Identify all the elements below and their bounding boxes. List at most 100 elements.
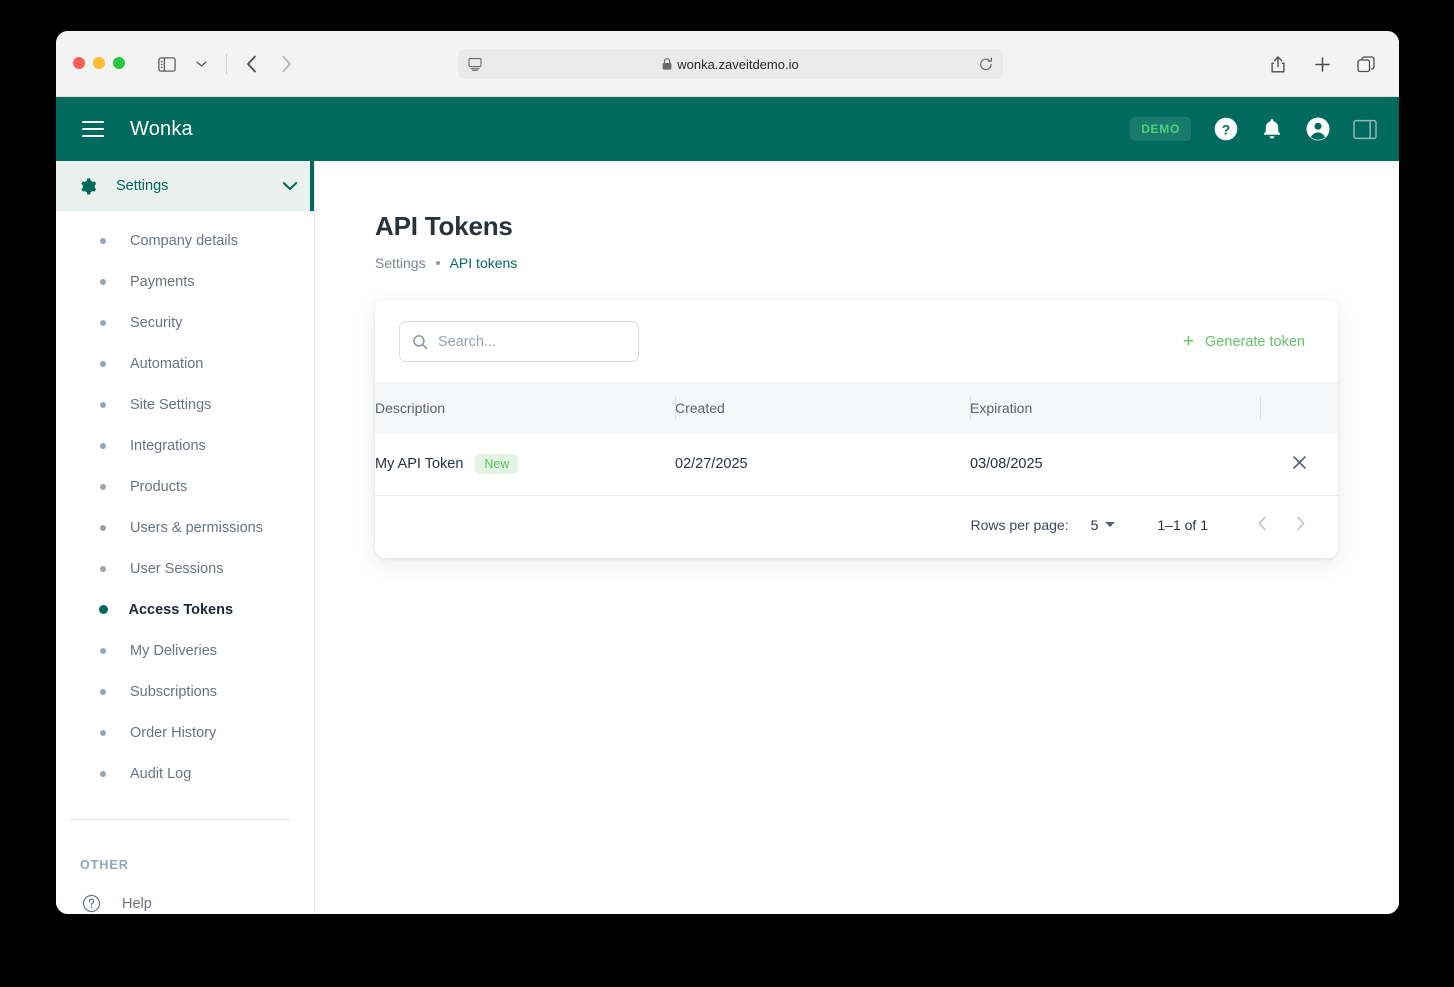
card-toolbar: + Generate token [375, 300, 1338, 382]
sidebar-item-label: Products [130, 478, 188, 495]
sidebar-item-label: Company details [130, 232, 238, 249]
sidebar-item-label: Site Settings [130, 396, 212, 413]
search-box[interactable] [399, 321, 639, 362]
table-pagination: Rows per page: 5 1–1 of 1 [375, 496, 1338, 558]
column-header-created[interactable]: Created [675, 382, 970, 433]
browser-left-controls [152, 51, 301, 77]
menu-icon[interactable] [82, 121, 104, 137]
sidebar-item-access-tokens[interactable]: Access Tokens [56, 589, 314, 630]
main-content: API Tokens Settings API tokens Search...… [315, 161, 1399, 914]
close-window-button[interactable] [73, 57, 85, 69]
sidebar-section-label: Settings [116, 178, 169, 194]
browser-window: wonka.zaveitdemo.io Wonka DEMO ? Setting… [56, 31, 1399, 914]
sidebar-active-accent-bar [310, 161, 314, 211]
cell-actions [1260, 433, 1338, 496]
sidebar-item-user-sessions[interactable]: User Sessions [56, 548, 314, 589]
column-header-description[interactable]: Description [375, 382, 675, 433]
forward-arrow-icon[interactable] [271, 51, 301, 77]
table-header: Description Created Expiration [375, 382, 1338, 433]
browser-chrome: wonka.zaveitdemo.io [56, 31, 1399, 97]
sidebar-item-products[interactable]: Products [56, 466, 314, 507]
chevron-down-icon[interactable] [282, 181, 298, 191]
sidebar-item-company-details[interactable]: Company details [56, 220, 314, 261]
previous-page-button[interactable] [1248, 511, 1276, 539]
gear-icon [78, 177, 97, 196]
sidebar-item-order-history[interactable]: Order History [56, 712, 314, 753]
bullet-icon [100, 442, 106, 449]
minimize-window-button[interactable] [93, 57, 105, 69]
sidebar-item-users-permissions[interactable]: Users & permissions [56, 507, 314, 548]
lock-icon [662, 58, 672, 70]
sidebar-item-label: Audit Log [130, 765, 192, 782]
cell-expiration: 03/08/2025 [970, 433, 1260, 496]
account-avatar-icon[interactable] [1305, 116, 1331, 142]
demo-badge: DEMO [1130, 117, 1191, 141]
generate-token-button[interactable]: + Generate token [1181, 326, 1307, 357]
bullet-icon [100, 237, 106, 244]
column-header-expiration[interactable]: Expiration [970, 382, 1260, 433]
bullet-icon [100, 647, 106, 654]
breadcrumb: Settings API tokens [375, 255, 1353, 271]
breadcrumb-current: API tokens [449, 255, 518, 271]
address-bar[interactable]: wonka.zaveitdemo.io [458, 49, 1003, 79]
reload-icon[interactable] [979, 57, 993, 72]
sidebar-item-payments[interactable]: Payments [56, 261, 314, 302]
search-input[interactable] [438, 333, 608, 350]
delete-token-button[interactable] [1284, 449, 1314, 479]
plus-icon[interactable] [1307, 51, 1337, 77]
sidebar-section-settings[interactable]: Settings [56, 161, 314, 211]
bullet-icon [100, 278, 106, 285]
share-icon[interactable] [1263, 51, 1293, 77]
page-title: API Tokens [375, 211, 513, 241]
chevron-down-icon[interactable] [186, 51, 216, 77]
sidebar: Settings Company details Payments Securi… [56, 161, 315, 914]
right-panel-toggle-icon[interactable] [1353, 119, 1377, 140]
notifications-bell-icon[interactable] [1261, 117, 1283, 141]
back-arrow-icon[interactable] [237, 51, 267, 77]
table-header-row: Description Created Expiration [375, 382, 1338, 433]
sidebar-item-automation[interactable]: Automation [56, 343, 314, 384]
sidebar-item-security[interactable]: Security [56, 302, 314, 343]
sidebar-item-subscriptions[interactable]: Subscriptions [56, 671, 314, 712]
sidebar-item-label: Integrations [130, 437, 206, 454]
help-icon[interactable]: ? [1213, 116, 1239, 142]
column-header-actions [1260, 382, 1338, 433]
maximize-window-button[interactable] [113, 57, 125, 69]
rows-per-page-value: 5 [1090, 516, 1099, 533]
sidebar-item-site-settings[interactable]: Site Settings [56, 384, 314, 425]
sidebar-item-label: My Deliveries [130, 642, 218, 659]
app-header-actions: DEMO ? [1130, 116, 1377, 142]
url-text: wonka.zaveitdemo.io [677, 56, 799, 72]
bullet-icon [100, 729, 106, 736]
bullet-icon [100, 770, 106, 777]
cell-description: My API Token New [375, 433, 675, 496]
bullet-icon [100, 483, 106, 490]
sidebar-help-label: Help [122, 895, 152, 912]
sidebar-item-audit-log[interactable]: Audit Log [56, 753, 314, 794]
api-tokens-table: Description Created Expiration My API To… [375, 382, 1338, 496]
svg-text:?: ? [1222, 121, 1231, 137]
sidebar-item-label: Order History [130, 724, 217, 741]
rows-per-page-select[interactable]: 5 [1091, 517, 1116, 533]
sidebar-other-heading: OTHER [80, 858, 129, 872]
generate-token-label: Generate token [1205, 333, 1305, 350]
plus-icon: + [1182, 331, 1195, 352]
status-badge: New [475, 453, 519, 474]
tabs-overview-icon[interactable] [1351, 51, 1381, 77]
next-page-button[interactable] [1286, 511, 1314, 539]
bullet-icon [100, 524, 106, 531]
chevron-down-icon [1105, 522, 1116, 527]
table-row[interactable]: My API Token New 02/27/2025 03/08/2025 [375, 433, 1338, 496]
app-header: Wonka DEMO ? [56, 97, 1399, 161]
reader-view-icon[interactable] [468, 57, 482, 71]
breadcrumb-parent[interactable]: Settings [375, 255, 426, 271]
sidebar-item-label: Security [130, 314, 183, 331]
app-body: Settings Company details Payments Securi… [56, 161, 1399, 914]
sidebar-item-integrations[interactable]: Integrations [56, 425, 314, 466]
sidebar-toggle-icon[interactable] [152, 51, 182, 77]
sidebar-item-label: Access Tokens [128, 601, 234, 618]
bullet-icon [98, 605, 108, 614]
close-icon [1292, 455, 1307, 473]
sidebar-item-my-deliveries[interactable]: My Deliveries [56, 630, 314, 671]
sidebar-item-help[interactable]: Help [56, 872, 314, 913]
